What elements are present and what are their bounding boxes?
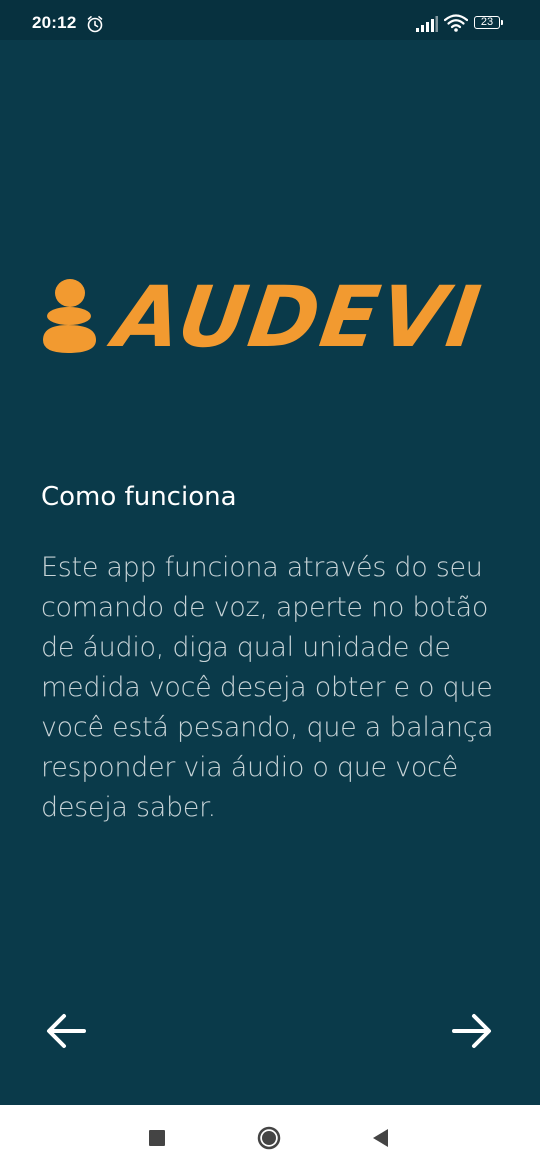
status-bar: 20:12 23 — [0, 0, 540, 40]
alarm-icon — [87, 16, 103, 33]
status-time: 20:12 — [32, 13, 77, 32]
arrow-left-icon[interactable] — [44, 1009, 88, 1053]
arrow-right-icon[interactable] — [450, 1009, 494, 1053]
description-text: Este app funciona através do seu comando… — [41, 552, 494, 823]
battery-level: 23 — [474, 16, 500, 29]
page-title: Como funciona — [41, 482, 237, 512]
back-icon[interactable] — [368, 1125, 394, 1151]
app-logo: AUDEVI — [40, 268, 488, 366]
home-icon[interactable] — [256, 1125, 282, 1151]
recent-apps-icon[interactable] — [144, 1125, 170, 1151]
battery-tip — [501, 20, 503, 25]
main-content: AUDEVI Como funciona Este app funciona a… — [0, 40, 540, 1105]
battery-icon: 23 — [474, 16, 504, 31]
logo-text: AUDEVI — [109, 268, 488, 366]
wifi-icon — [444, 14, 468, 32]
system-nav-bar — [0, 1105, 540, 1170]
signal-icon — [416, 16, 438, 32]
person-icon — [43, 279, 96, 353]
